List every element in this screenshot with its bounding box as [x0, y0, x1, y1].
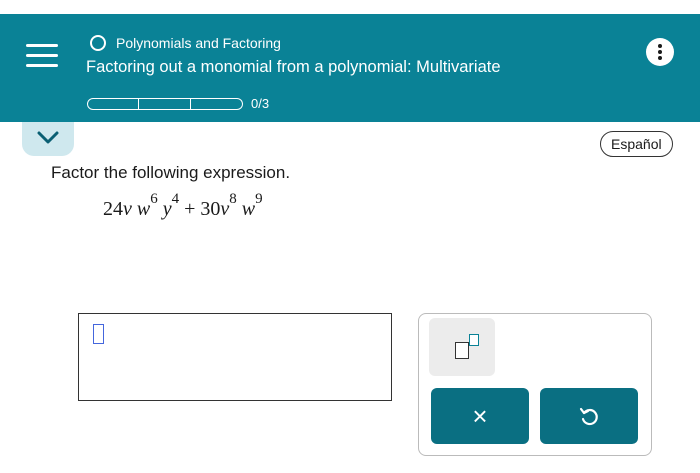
exponent: 8 [229, 191, 237, 208]
input-cursor [93, 324, 104, 344]
math-keypad: × [418, 313, 652, 456]
variable: w [241, 198, 256, 220]
variable: v [123, 198, 132, 220]
clear-button[interactable]: × [431, 388, 529, 444]
exponent: 4 [171, 191, 180, 208]
topic-label: Polynomials and Factoring [116, 35, 281, 51]
progress-segment [191, 97, 243, 110]
topic-row: Polynomials and Factoring [90, 33, 281, 53]
lesson-header: Polynomials and Factoring Factoring out … [0, 14, 700, 122]
exponent-box-icon [469, 334, 479, 346]
undo-icon [579, 407, 598, 426]
variable: v [220, 198, 230, 220]
question-prompt: Factor the following expression. [51, 163, 291, 182]
plus-operator: + [184, 198, 196, 220]
progress-segment [87, 97, 139, 110]
exponent: 6 [150, 191, 158, 208]
coefficient: 24 [103, 198, 123, 220]
top-strip [0, 0, 700, 14]
variable: y [162, 198, 172, 220]
exponent: 9 [255, 191, 263, 208]
chevron-down-icon [37, 131, 59, 144]
progress-bar: 0/3 [87, 96, 269, 111]
language-button[interactable]: Español [600, 131, 673, 157]
lesson-title: Factoring out a monomial from a polynomi… [86, 58, 501, 76]
progress-segment [139, 97, 191, 110]
collapse-toggle[interactable] [22, 122, 74, 156]
more-options-icon[interactable] [646, 38, 674, 66]
topic-status-icon [90, 35, 106, 51]
base-box-icon [455, 342, 469, 359]
progress-count: 0/3 [251, 96, 270, 111]
coefficient: 30 [200, 198, 221, 220]
exponent-template-button[interactable] [429, 318, 495, 376]
variable: w [136, 198, 151, 220]
math-expression: 24v w6 y4 + 30v8 w9 [103, 192, 263, 221]
menu-button[interactable] [26, 40, 62, 72]
undo-button[interactable] [540, 388, 638, 444]
answer-input[interactable] [78, 313, 392, 401]
